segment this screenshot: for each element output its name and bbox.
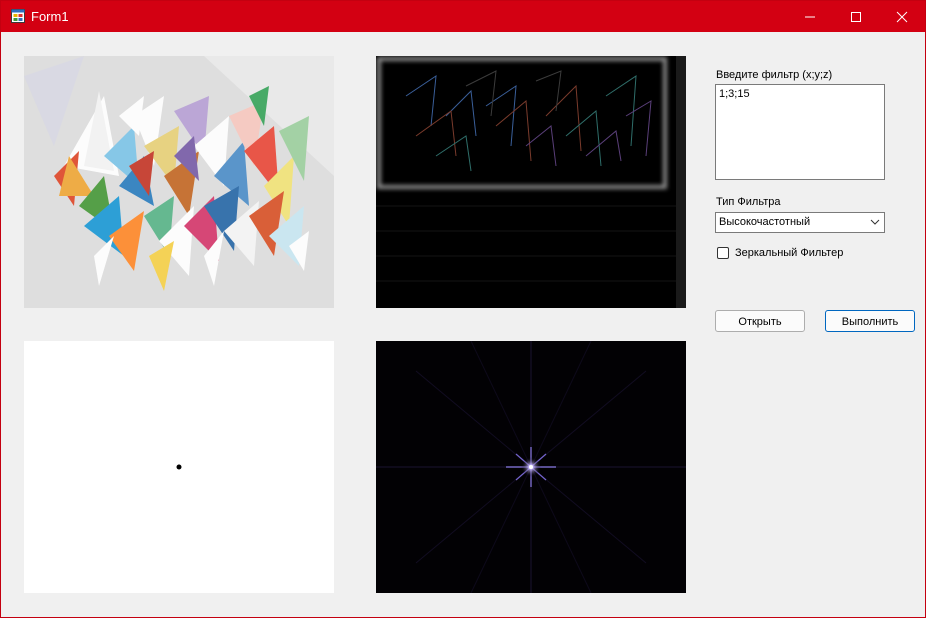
filter-mask-box [24, 341, 334, 593]
filter-input-label: Введите фильтр (x;y;z) [716, 69, 833, 81]
filter-type-label: Тип Фильтра [716, 196, 781, 208]
minimize-icon [805, 16, 815, 18]
spectrum-box [376, 341, 686, 593]
mirror-filter-label[interactable]: Зеркальный Фильтер [735, 247, 843, 260]
app-icon [11, 9, 25, 23]
filter-input[interactable]: 1;3;15 [715, 84, 885, 180]
filter-mask-image [24, 341, 334, 593]
result-image-box [376, 56, 686, 308]
filter-type-select[interactable]: Высокочастотный [715, 212, 885, 233]
maximize-icon [851, 12, 861, 22]
close-icon [896, 11, 908, 23]
close-button[interactable] [879, 1, 925, 32]
abstract-triangles-image [24, 56, 334, 308]
filter-type-selected: Высокочастотный [719, 216, 811, 228]
fourier-spectrum-image [376, 341, 686, 593]
window-title: Form1 [31, 9, 69, 24]
open-button[interactable]: Открыть [715, 310, 805, 332]
run-button[interactable]: Выполнить [825, 310, 915, 332]
chevron-down-icon [870, 219, 880, 225]
title-bar[interactable]: Form1 [1, 1, 925, 32]
main-window: Form1 Введите фильтр (x;y;z) 1;3;15 Тип … [0, 0, 926, 618]
minimize-button[interactable] [787, 1, 833, 32]
original-image-box [24, 56, 334, 308]
maximize-button[interactable] [833, 1, 879, 32]
filtered-result-image [376, 56, 686, 308]
client-area: Введите фильтр (x;y;z) 1;3;15 Тип Фильтр… [1, 32, 925, 617]
mirror-filter-checkbox[interactable] [717, 247, 729, 259]
